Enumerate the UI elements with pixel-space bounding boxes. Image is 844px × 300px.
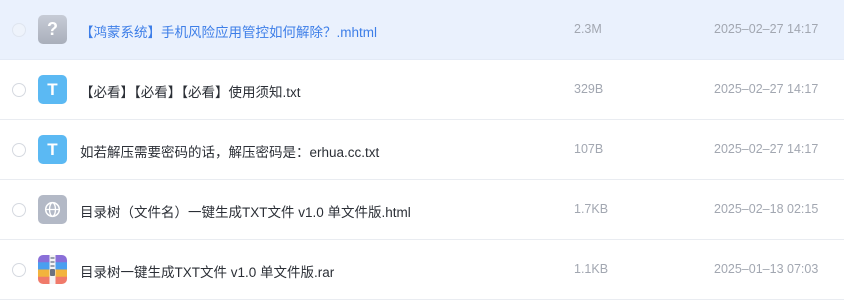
select-checkbox[interactable] [12, 23, 26, 37]
file-size: 1.7KB [574, 202, 609, 216]
select-checkbox[interactable] [12, 263, 26, 277]
select-checkbox[interactable] [12, 203, 26, 217]
file-size: 1.1KB [574, 262, 609, 276]
file-date: 2025–02–27 14:17 [714, 142, 819, 156]
select-checkbox[interactable] [12, 83, 26, 97]
file-name[interactable]: 目录树一键生成TXT文件 v1.0 单文件版.rar [80, 261, 334, 281]
file-name[interactable]: 【必看】【必看】【必看】使用须知.txt [80, 81, 301, 101]
zipper-archive-icon [38, 255, 67, 284]
web-file-icon [38, 195, 67, 224]
file-name[interactable]: 目录树（文件名）一键生成TXT文件 v1.0 单文件版.html [80, 201, 411, 221]
file-date: 2025–02–27 14:17 [714, 22, 819, 36]
file-date: 2025–02–27 14:17 [714, 82, 819, 96]
file-date: 2025–02–18 02:15 [714, 202, 819, 216]
file-name[interactable]: 如若解压需要密码的话，解压密码是：erhua.cc.txt [80, 141, 379, 161]
file-row[interactable]: T 【必看】【必看】【必看】使用须知.txt 329B 2025–02–27 1… [0, 60, 844, 120]
unknown-file-icon: ? [38, 15, 67, 44]
archive-file-icon [38, 255, 67, 284]
file-name[interactable]: 【鸿蒙系统】手机风险应用管控如何解除？.mhtml [80, 21, 377, 41]
file-date: 2025–01–13 07:03 [714, 262, 819, 276]
file-size: 329B [574, 82, 604, 96]
file-size: 107B [574, 142, 604, 156]
file-list: ? 【鸿蒙系统】手机风险应用管控如何解除？.mhtml 2.3M 2025–02… [0, 0, 844, 300]
file-row[interactable]: 目录树一键生成TXT文件 v1.0 单文件版.rar 1.1KB 2025–01… [0, 240, 844, 300]
txt-file-icon: T [38, 75, 67, 104]
select-checkbox[interactable] [12, 143, 26, 157]
file-row[interactable]: ? 【鸿蒙系统】手机风险应用管控如何解除？.mhtml 2.3M 2025–02… [0, 0, 844, 60]
file-row[interactable]: 目录树（文件名）一键生成TXT文件 v1.0 单文件版.html 1.7KB 2… [0, 180, 844, 240]
file-row[interactable]: T 如若解压需要密码的话，解压密码是：erhua.cc.txt 107B 202… [0, 120, 844, 180]
txt-file-icon: T [38, 135, 67, 164]
globe-icon [44, 201, 61, 218]
file-size: 2.3M [574, 22, 602, 36]
